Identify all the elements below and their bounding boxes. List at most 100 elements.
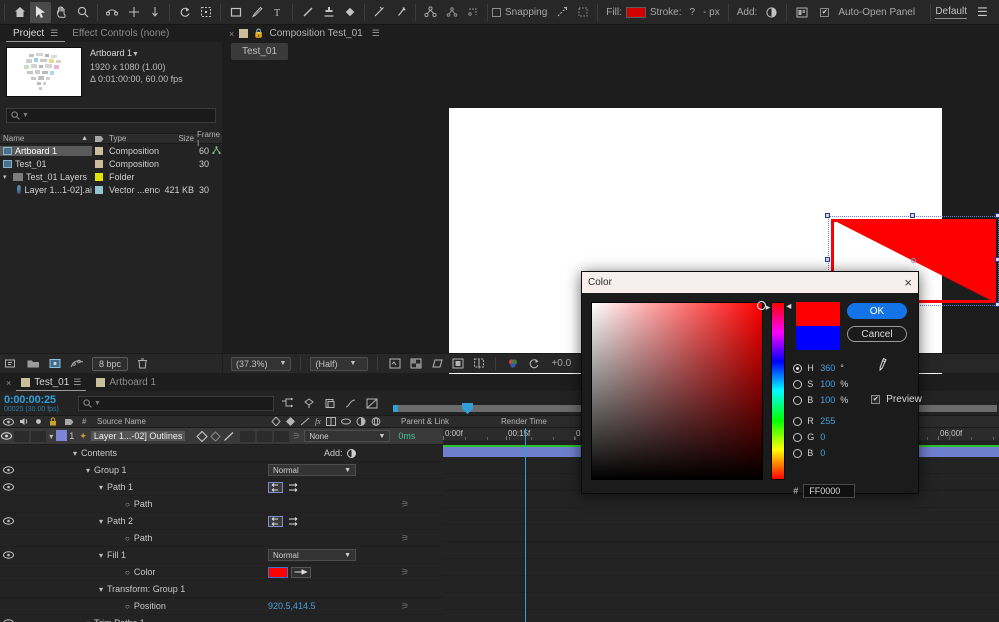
timeline-property-row[interactable]: ▾ Path 2 xyxy=(0,513,443,530)
project-item-name-cell[interactable]: Artboard 1 xyxy=(0,145,92,156)
lock-icon[interactable]: 🔒 xyxy=(253,28,264,39)
project-item-label-color[interactable] xyxy=(92,185,106,194)
color-field-value[interactable]: 100 xyxy=(820,379,835,389)
handle-top-center[interactable] xyxy=(910,213,915,218)
column-header-solo[interactable] xyxy=(32,416,45,428)
auto-open-group[interactable]: Auto-Open Panel xyxy=(820,0,919,25)
timeline-property-row[interactable]: ▾ Trim Paths 1 xyxy=(0,615,443,622)
close-icon[interactable]: × xyxy=(6,378,11,388)
project-search-input[interactable]: ▼ xyxy=(6,108,216,123)
rotate-tool-icon[interactable] xyxy=(174,2,195,23)
stroke-value[interactable]: ? xyxy=(686,7,700,18)
project-item-name-cell[interactable]: ▾ Test_01 Layers xyxy=(0,172,92,182)
color-field-value[interactable]: 0 xyxy=(820,448,825,458)
timeline-property-row[interactable]: ▾ Group 1 Normal ▼ xyxy=(0,462,443,479)
ok-button[interactable]: OK xyxy=(847,303,907,319)
column-header-source-name[interactable]: Source Name xyxy=(93,416,269,428)
auto-open-checkbox[interactable] xyxy=(820,7,830,17)
property-label-cell[interactable]: ▾ Transform: Group 1 xyxy=(34,584,266,594)
column-header-index[interactable]: # xyxy=(78,416,93,428)
property-pick-whip-icon[interactable]: ⚞ xyxy=(394,567,416,578)
column-header-size[interactable]: Size xyxy=(160,134,194,143)
column-header-audio[interactable] xyxy=(17,416,32,428)
layer-switch-cells[interactable] xyxy=(238,430,289,442)
layer-audio-solo-lock[interactable] xyxy=(12,430,47,442)
property-expand-toggle[interactable]: ▾ xyxy=(73,449,77,458)
property-value[interactable]: 920.5,414.5 xyxy=(266,601,394,611)
preview-toggle[interactable]: Preview xyxy=(871,394,922,405)
property-label-cell[interactable]: ▾ Path 1 xyxy=(34,482,266,492)
color-mode-radio[interactable] xyxy=(793,363,803,373)
column-header-type[interactable]: Type xyxy=(106,134,160,143)
color-mode-radio[interactable] xyxy=(793,432,803,442)
timeline-property-row[interactable]: ▾ Transform: Group 1 xyxy=(0,581,443,598)
path-direction-buttons[interactable] xyxy=(266,481,394,493)
color-property-value[interactable] xyxy=(266,566,394,578)
path-direction-buttons[interactable] xyxy=(266,515,394,527)
color-mode-radio[interactable] xyxy=(793,379,803,389)
project-list-item[interactable]: Artboard 1 Composition 60 xyxy=(0,144,222,157)
property-expand-toggle[interactable]: ▾ xyxy=(86,466,90,475)
property-label-cell[interactable]: ○ Color xyxy=(34,567,266,577)
selection-tool-icon[interactable] xyxy=(30,1,51,23)
timeline-track-row[interactable] xyxy=(443,576,999,593)
timeline-track-row[interactable] xyxy=(443,593,999,610)
timeline-tab-artboard1[interactable]: Artboard 1 xyxy=(91,374,161,391)
close-icon[interactable]: × xyxy=(229,29,234,39)
snapping-group[interactable]: Snapping xyxy=(492,0,551,25)
add-property-button[interactable]: Add: xyxy=(266,448,394,458)
channel-icon[interactable] xyxy=(505,357,520,370)
panel-menu-icon[interactable]: ☰ xyxy=(73,377,81,388)
tab-effect-controls[interactable]: Effect Controls (none) xyxy=(65,25,176,42)
chevron-down-icon[interactable]: ▼ xyxy=(22,112,29,119)
stopwatch-icon[interactable]: ○ xyxy=(125,500,130,509)
blend-mode-select[interactable]: Normal ▼ xyxy=(266,549,394,561)
breadcrumb-item[interactable]: Test_01 xyxy=(231,43,289,60)
clone-stamp-tool-icon[interactable] xyxy=(318,2,339,23)
snap-grid-icon[interactable] xyxy=(572,2,593,23)
puppet-starch-icon[interactable] xyxy=(441,2,462,23)
color-field-row[interactable]: H 360 ° xyxy=(793,360,848,376)
cancel-button[interactable]: Cancel xyxy=(847,326,907,342)
draft-3d-icon[interactable] xyxy=(301,397,316,410)
hex-input[interactable]: FF0000 xyxy=(803,484,856,498)
pan-behind-tool-icon[interactable] xyxy=(144,2,165,23)
color-field-row[interactable]: B 100% xyxy=(793,392,848,408)
timeline-property-row[interactable]: ○ Path ⚞ xyxy=(0,530,443,547)
blend-mode-select[interactable]: Normal ▼ xyxy=(266,464,394,476)
snapping-checkbox[interactable] xyxy=(492,7,501,17)
delete-icon[interactable] xyxy=(135,357,150,370)
zoom-level-select[interactable]: (37.3%) ▼ xyxy=(231,356,292,371)
exposure-value[interactable]: +0.0 xyxy=(547,358,575,369)
handle-middle-right[interactable] xyxy=(995,257,999,262)
handle-top-left[interactable] xyxy=(825,213,830,218)
add-shape-menu-icon[interactable] xyxy=(761,2,782,23)
column-header-name[interactable]: Name ▲ xyxy=(0,134,92,143)
mask-tool-icon[interactable] xyxy=(195,2,216,23)
pen-tool-icon[interactable] xyxy=(246,2,267,23)
timeline-track-row[interactable] xyxy=(443,610,999,622)
layer-star-icon[interactable]: ✦ xyxy=(79,431,91,442)
resolution-select[interactable]: (Half) ▼ xyxy=(310,356,369,371)
time-indicator-head[interactable] xyxy=(462,402,473,414)
property-expand-toggle[interactable]: ▾ xyxy=(99,483,103,492)
property-expand-toggle[interactable]: ▾ xyxy=(99,585,103,594)
layer-video-toggle[interactable] xyxy=(0,432,12,440)
timeline-property-row[interactable]: ▾ Contents Add: xyxy=(0,445,443,462)
color-field-row[interactable]: G0 xyxy=(793,429,848,445)
project-item-name-cell[interactable]: Layer 1...1-02].ai xyxy=(0,185,92,195)
timeline-property-row[interactable]: ○ Color ⚞ xyxy=(0,564,443,581)
timeline-property-row[interactable]: ▾ Path 1 xyxy=(0,479,443,496)
project-item-label-color[interactable] xyxy=(92,146,106,155)
column-header-parent-link[interactable]: Parent & Link xyxy=(397,416,497,428)
toggle-3d-view-icon[interactable] xyxy=(429,357,444,370)
color-field-row[interactable]: S 100% xyxy=(793,376,848,392)
fill-color-swatch[interactable] xyxy=(625,6,646,18)
stopwatch-icon[interactable]: ○ xyxy=(125,534,130,543)
project-list-item[interactable]: ▾ Test_01 Layers Folder xyxy=(0,170,222,183)
color-field-value[interactable]: 100 xyxy=(820,395,835,405)
composition-mini-flowchart-icon[interactable] xyxy=(280,397,295,410)
stopwatch-icon[interactable]: ○ xyxy=(125,602,130,611)
stopwatch-icon[interactable]: ○ xyxy=(125,568,130,577)
type-tool-icon[interactable]: T xyxy=(267,2,288,23)
